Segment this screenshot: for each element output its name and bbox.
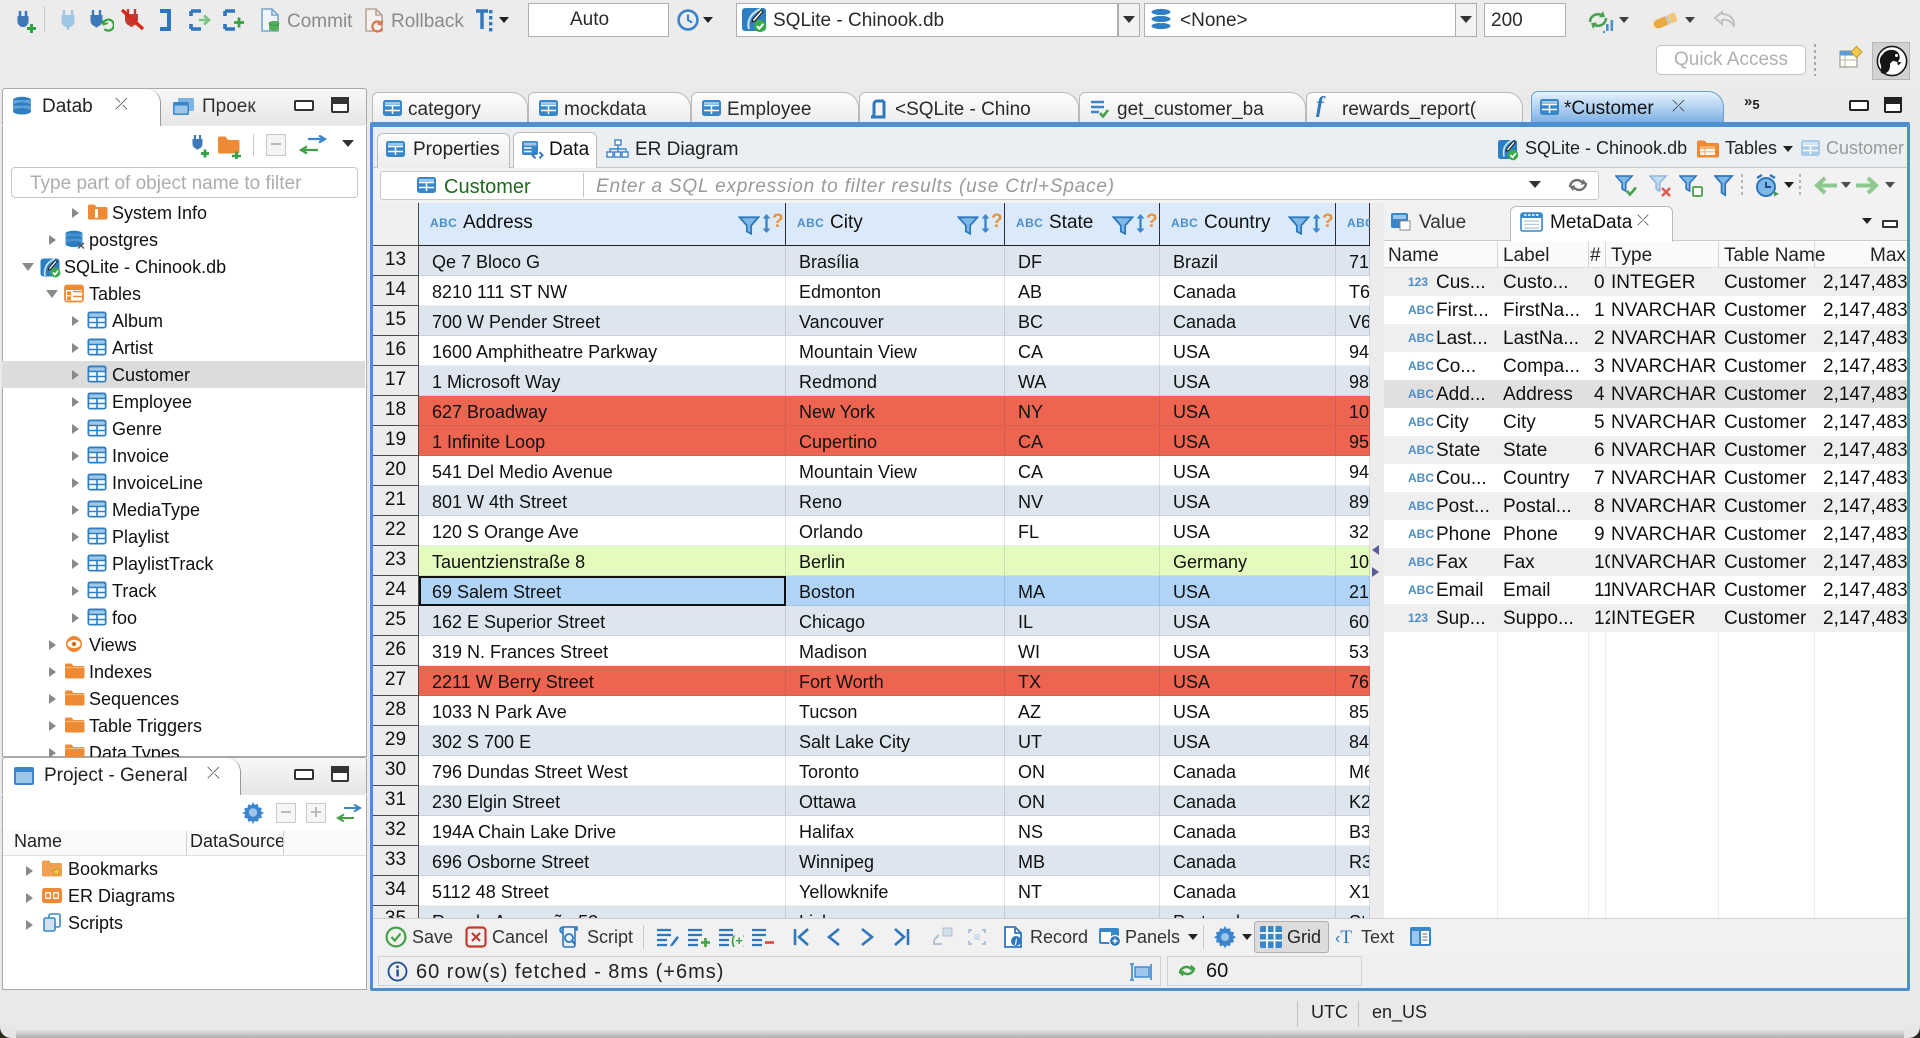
svg-text:(+): (+)	[731, 933, 744, 947]
